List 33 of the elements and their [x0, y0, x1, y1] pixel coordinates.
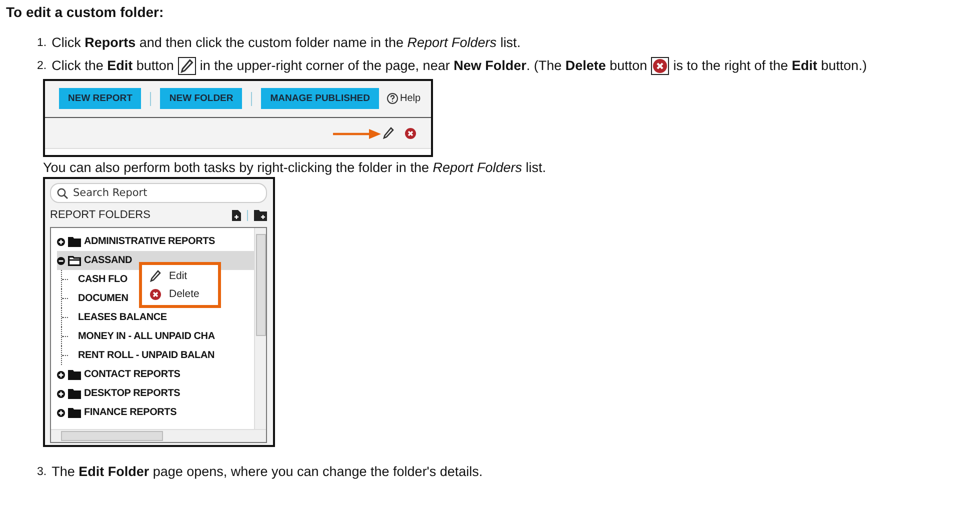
panel-title: REPORT FOLDERS: [50, 209, 152, 221]
folder-row[interactable]: FINANCE REPORTS: [57, 403, 254, 422]
step-number: 1.: [37, 36, 47, 48]
report-row[interactable]: MONEY IN - ALL UNPAID CHA: [57, 327, 254, 346]
folder-name: CONTACT REPORTS: [84, 369, 180, 380]
step-number: 3.: [37, 466, 47, 478]
folder-name: ADMINISTRATIVE REPORTS: [84, 236, 215, 247]
instruction-text: Click Reports and then click the custom folder name in the Report Folders list.: [52, 35, 521, 50]
folder-row[interactable]: ADMINISTRATIVE REPORTS: [57, 232, 254, 251]
toolbar-button[interactable]: MANAGE PUBLISHED: [261, 88, 380, 109]
report-name: RENT ROLL - UNPAID BALAN: [78, 350, 214, 361]
step-number: 2.: [37, 60, 47, 72]
folder-name: FINANCE REPORTS: [84, 407, 177, 418]
report-name: DOCUMEN: [78, 293, 128, 304]
help-link[interactable]: Help: [400, 93, 421, 104]
toolbar-button[interactable]: NEW REPORT: [59, 88, 142, 109]
section-heading: To edit a custom folder:: [6, 4, 165, 20]
report-row[interactable]: RENT ROLL - UNPAID BALAN: [57, 346, 254, 365]
search-field[interactable]: Search Report: [50, 183, 267, 203]
instruction-text: in the upper-right corner of the page, near New Folder. (The Delete button: [200, 58, 648, 73]
instruction-text: Click the Edit button: [52, 58, 174, 73]
folder-row[interactable]: DESKTOP REPORTS: [57, 384, 254, 403]
note-text: You can also perform both tasks by right-clicking the folder in the Report Folders list.: [43, 160, 548, 175]
instruction-text: is to the right of the Edit button.): [673, 58, 867, 73]
report-name: LEASES BALANCE: [78, 312, 167, 323]
folder-name: DESKTOP REPORTS: [84, 388, 180, 399]
report-name: MONEY IN - ALL UNPAID CHA: [78, 331, 215, 342]
folder-name: CASSAND: [84, 255, 132, 266]
report-row[interactable]: LEASES BALANCE: [57, 308, 254, 327]
instruction-text: The Edit Folder page opens, where you can change the folder's details.: [52, 464, 483, 479]
report-name: CASH FLO: [78, 274, 128, 285]
folder-row[interactable]: CONTACT REPORTS: [57, 365, 254, 384]
toolbar-button[interactable]: NEW FOLDER: [160, 88, 242, 109]
